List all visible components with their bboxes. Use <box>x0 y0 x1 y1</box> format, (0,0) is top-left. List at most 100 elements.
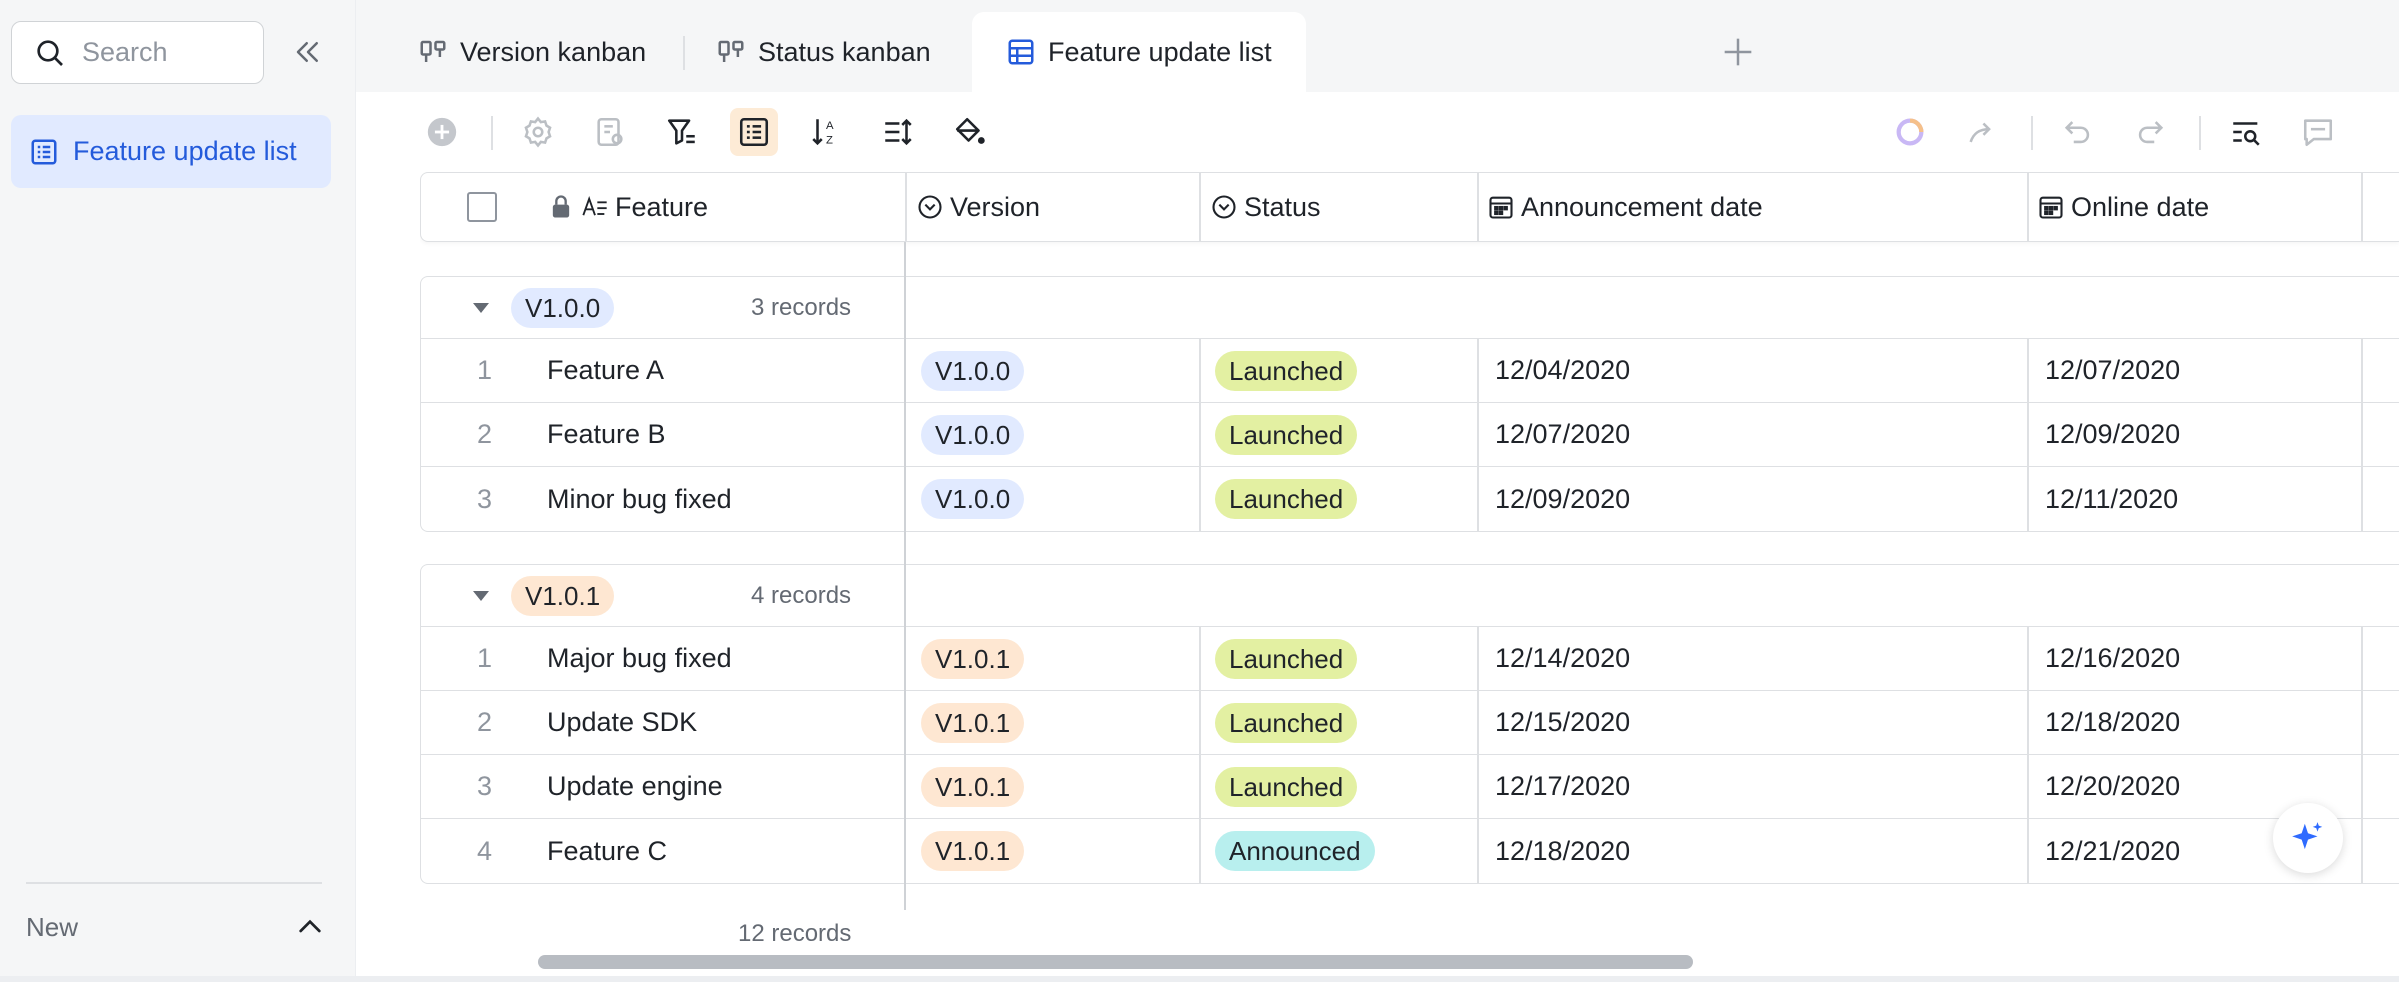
search-records-button[interactable] <box>2224 110 2268 154</box>
undo-icon <box>2064 121 2090 144</box>
version-cell[interactable]: V1.0.1 <box>921 627 1025 690</box>
select-all-checkbox[interactable] <box>467 173 497 241</box>
online-date-cell[interactable]: 12/07/2020 <box>2045 339 2180 402</box>
column-divider[interactable] <box>1477 173 1479 241</box>
version-cell[interactable]: V1.0.0 <box>921 339 1025 402</box>
feature-cell[interactable]: Major bug fixed <box>547 627 732 690</box>
column-divider[interactable] <box>1199 173 1201 241</box>
column-header-announcement-date[interactable]: Announcement date <box>1487 173 1763 241</box>
column-divider <box>1199 627 1201 883</box>
fill-color-button[interactable] <box>948 110 992 154</box>
horizontal-scrollbar[interactable] <box>538 955 1693 969</box>
version-cell[interactable]: V1.0.0 <box>921 403 1025 466</box>
redo-button[interactable] <box>2128 110 2172 154</box>
status-cell[interactable]: Launched <box>1215 755 1358 818</box>
column-label: Announcement date <box>1521 191 1763 222</box>
online-date-cell[interactable]: 12/11/2020 <box>2045 467 2178 531</box>
add-record-button[interactable] <box>420 110 464 154</box>
table-row[interactable]: 3 Minor bug fixed V1.0.0 Launched 12/09/… <box>421 467 2399 531</box>
row-number: 2 <box>477 707 493 737</box>
version-cell[interactable]: V1.0.0 <box>921 467 1025 531</box>
table-row[interactable]: 2 Feature B V1.0.0 Launched 12/07/2020 1… <box>421 403 2399 467</box>
announcement-date-cell[interactable]: 12/04/2020 <box>1495 339 1630 402</box>
column-divider[interactable] <box>2027 173 2029 241</box>
settings-button[interactable] <box>516 110 560 154</box>
toolbar-divider <box>491 116 493 150</box>
single-select-icon <box>918 195 942 219</box>
announcement-date-cell[interactable]: 12/18/2020 <box>1495 819 1630 883</box>
status-cell[interactable]: Launched <box>1215 403 1358 466</box>
sort-button[interactable]: AZ <box>804 110 848 154</box>
group-button[interactable] <box>730 108 778 156</box>
version-cell[interactable]: V1.0.1 <box>921 819 1025 883</box>
row-height-button[interactable] <box>876 110 920 154</box>
column-header-online-date[interactable]: Online date <box>2037 173 2209 241</box>
online-date-cell[interactable]: 12/20/2020 <box>2045 755 2180 818</box>
announcement-date-cell[interactable]: 12/07/2020 <box>1495 403 1630 466</box>
collapse-sidebar-button[interactable] <box>290 34 326 70</box>
feature-cell[interactable]: Feature A <box>547 339 664 402</box>
new-label: New <box>26 911 79 942</box>
group-record-count: 3 records <box>751 293 852 321</box>
version-cell[interactable]: V1.0.1 <box>921 691 1025 754</box>
version-cell[interactable]: V1.0.1 <box>921 755 1025 818</box>
feature-cell[interactable]: Feature C <box>547 819 667 883</box>
column-header-version[interactable]: Version <box>916 173 1040 241</box>
online-date-cell[interactable]: 12/09/2020 <box>2045 403 2180 466</box>
column-header-feature[interactable]: Feature <box>547 173 708 241</box>
tab-version-kanban[interactable]: Version kanban <box>418 12 646 92</box>
announcement-date-cell[interactable]: 12/14/2020 <box>1495 627 1630 690</box>
checkbox[interactable] <box>467 192 497 222</box>
column-divider[interactable] <box>905 173 907 241</box>
announcement-date-cell[interactable]: 12/15/2020 <box>1495 691 1630 754</box>
add-tab-plus-icon[interactable] <box>1718 32 1758 72</box>
feature-cell[interactable]: Minor bug fixed <box>547 467 732 531</box>
feature-cell[interactable]: Update SDK <box>547 691 697 754</box>
share-button[interactable] <box>1960 110 2004 154</box>
status-cell[interactable]: Announced <box>1215 819 1375 883</box>
feature-cell[interactable]: Update engine <box>547 755 723 818</box>
comments-button[interactable] <box>2296 110 2340 154</box>
record-group: V1.0.0 3 records 1 Feature A V1.0.0 Laun… <box>420 276 2399 532</box>
redo-icon <box>2138 121 2164 144</box>
ai-sparkle-button[interactable] <box>2273 803 2343 873</box>
form-button[interactable] <box>588 110 632 154</box>
online-date-cell[interactable]: 12/18/2020 <box>2045 691 2180 754</box>
table-row[interactable]: 2 Update SDK V1.0.1 Launched 12/15/2020 … <box>421 691 2399 755</box>
column-header-status[interactable]: Status <box>1210 173 1321 241</box>
sidebar-item-label: Feature update list <box>73 136 297 166</box>
ai-assistant-button[interactable] <box>1888 110 1932 154</box>
status-cell[interactable]: Launched <box>1215 627 1358 690</box>
column-label: Online date <box>2071 191 2210 222</box>
tab-status-kanban[interactable]: Status kanban <box>716 12 931 92</box>
online-date-cell[interactable]: 12/21/2020 <box>2045 819 2180 883</box>
kanban-icon <box>718 40 744 62</box>
feature-cell[interactable]: Feature B <box>547 403 666 466</box>
status-cell[interactable]: Launched <box>1215 467 1358 531</box>
table-row[interactable]: 4 Feature C V1.0.1 Announced 12/18/2020 … <box>421 819 2399 883</box>
announcement-date-cell[interactable]: 12/17/2020 <box>1495 755 1630 818</box>
status-cell[interactable]: Launched <box>1215 339 1358 402</box>
frozen-column-divider[interactable] <box>904 242 906 910</box>
filter-button[interactable] <box>660 110 704 154</box>
column-divider <box>1477 627 1479 883</box>
tab-feature-update-list[interactable]: Feature update list <box>972 12 1306 92</box>
sidebar-item-feature-update-list[interactable]: Feature update list <box>11 115 331 188</box>
collapse-group-caret-icon[interactable] <box>473 277 489 338</box>
group-header[interactable]: V1.0.0 3 records <box>421 277 2399 339</box>
announcement-date-cell[interactable]: 12/09/2020 <box>1495 467 1630 531</box>
undo-button[interactable] <box>2056 110 2100 154</box>
column-divider[interactable] <box>2361 173 2363 241</box>
status-cell[interactable]: Launched <box>1215 691 1358 754</box>
table-row[interactable]: 3 Update engine V1.0.1 Launched 12/17/20… <box>421 755 2399 819</box>
kanban-icon <box>420 40 446 62</box>
online-date-cell[interactable]: 12/16/2020 <box>2045 627 2180 690</box>
table-row[interactable]: 1 Major bug fixed V1.0.1 Launched 12/14/… <box>421 627 2399 691</box>
search-input[interactable]: Search <box>11 21 264 84</box>
toolbar-divider <box>2199 116 2201 150</box>
group-header[interactable]: V1.0.1 4 records <box>421 565 2399 627</box>
table-row[interactable]: 1 Feature A V1.0.0 Launched 12/04/2020 1… <box>421 339 2399 403</box>
grid-header: Feature Version Status Announcement date… <box>420 172 2399 242</box>
collapse-group-caret-icon[interactable] <box>473 565 489 626</box>
new-section-toggle[interactable]: New <box>26 905 326 949</box>
